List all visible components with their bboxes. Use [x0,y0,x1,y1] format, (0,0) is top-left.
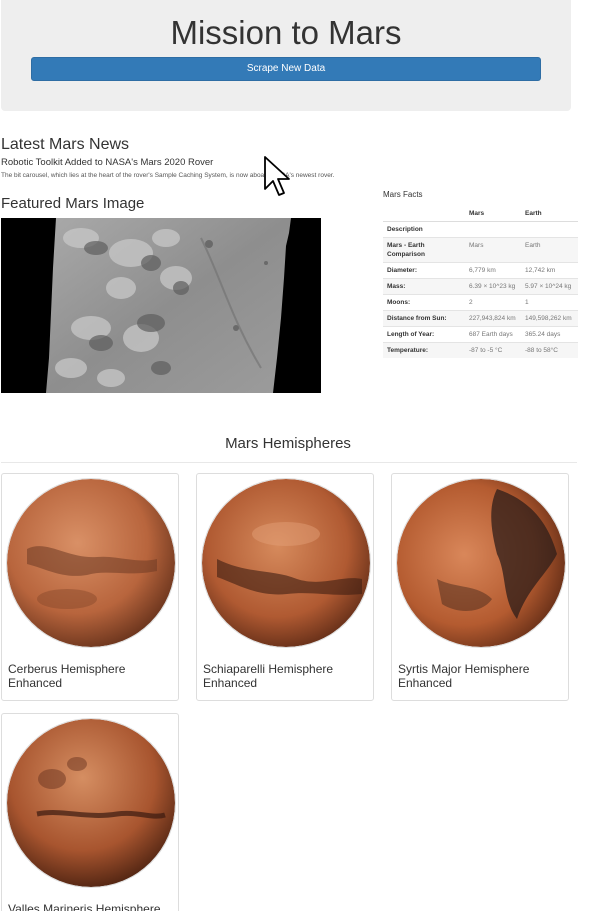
facts-row-label: Diameter: [383,262,465,279]
facts-header-blank [383,206,465,222]
facts-row-mars: 6.39 × 10^23 kg [465,278,521,295]
facts-row-label: Mass: [383,278,465,295]
facts-row-earth: 365.24 days [521,326,578,343]
hemisphere-title[interactable]: Cerberus Hemisphere Enhanced [8,662,168,690]
facts-row: Mars - Earth Comparison Mars Earth [383,237,578,263]
facts-row-earth: 149,598,262 km [521,310,578,327]
mouse-cursor-icon [263,155,293,199]
news-heading: Latest Mars News [1,136,130,153]
hemisphere-thumbnail[interactable] [201,478,371,648]
facts-row-mars: -87 to -5 °C [465,342,521,358]
featured-mars-image[interactable] [1,218,321,393]
mars-facts-table: Mars Earth Description Mars - Earth Comp… [383,206,578,358]
facts-row: Moons: 2 1 [383,294,578,311]
facts-row-mars: 227,943,824 km [465,310,521,327]
hemisphere-thumbnail[interactable] [6,718,176,888]
facts-description-label: Description [383,221,465,238]
facts-row-label: Mars - Earth Comparison [383,237,465,263]
hemisphere-card-cerberus[interactable]: Cerberus Hemisphere Enhanced [1,473,179,701]
facts-row-mars: 6,779 km [465,262,521,279]
page: Mission to Mars Scrape New Data Latest M… [0,0,594,911]
facts-row-label: Temperature: [383,342,465,358]
page-title: Mission to Mars [170,14,402,51]
cerberus-globe-graphic [7,479,175,647]
hemisphere-thumbnail[interactable] [6,478,176,648]
hemisphere-title[interactable]: Valles Marineris Hemisphere Enhanced [8,902,168,911]
hemisphere-card-schiaparelli[interactable]: Schiaparelli Hemisphere Enhanced [196,473,374,701]
facts-row-mars: 687 Earth days [465,326,521,343]
facts-row-label: Distance from Sun: [383,310,465,327]
facts-header-mars: Mars [465,206,521,222]
featured-mars-image-graphic [1,218,321,393]
facts-row-mars: Mars [465,237,521,263]
facts-row-earth: 1 [521,294,578,311]
facts-header-earth: Earth [521,206,578,222]
facts-row: Diameter: 6,779 km 12,742 km [383,262,578,279]
facts-row-mars: 2 [465,294,521,311]
facts-row-earth: -88 to 58°C [521,342,578,358]
divider [1,462,577,463]
facts-row: Distance from Sun: 227,943,824 km 149,59… [383,310,578,327]
mars-facts-heading: Mars Facts [383,190,423,199]
hemisphere-title[interactable]: Schiaparelli Hemisphere Enhanced [203,662,363,690]
schiaparelli-globe-graphic [202,479,370,647]
hemispheres-heading: Mars Hemispheres [225,435,351,452]
news-title: Robotic Toolkit Added to NASA's Mars 202… [1,157,214,168]
jumbotron-header: Mission to Mars Scrape New Data [1,0,571,111]
facts-header-row: Mars Earth [383,206,578,222]
facts-description-blank-2 [521,221,578,238]
syrtis-major-globe-graphic [397,479,565,647]
valles-marineris-globe-graphic [7,719,175,887]
hemisphere-card-valles-marineris[interactable]: Valles Marineris Hemisphere Enhanced [1,713,179,911]
facts-description-blank-1 [465,221,521,238]
hemisphere-card-syrtis-major[interactable]: Syrtis Major Hemisphere Enhanced [391,473,569,701]
facts-row: Length of Year: 687 Earth days 365.24 da… [383,326,578,343]
cursor-arrow-graphic [264,156,290,196]
facts-row-earth: Earth [521,237,578,263]
hemisphere-title[interactable]: Syrtis Major Hemisphere Enhanced [398,662,558,690]
facts-row-label: Length of Year: [383,326,465,343]
facts-description-row: Description [383,221,578,238]
facts-row-earth: 5.97 × 10^24 kg [521,278,578,295]
featured-image-heading: Featured Mars Image [1,195,145,212]
facts-row-label: Moons: [383,294,465,311]
facts-row-earth: 12,742 km [521,262,578,279]
hemisphere-thumbnail[interactable] [396,478,566,648]
facts-row: Temperature: -87 to -5 °C -88 to 58°C [383,342,578,358]
scrape-new-data-button[interactable]: Scrape New Data [31,57,541,81]
facts-row: Mass: 6.39 × 10^23 kg 5.97 × 10^24 kg [383,278,578,295]
